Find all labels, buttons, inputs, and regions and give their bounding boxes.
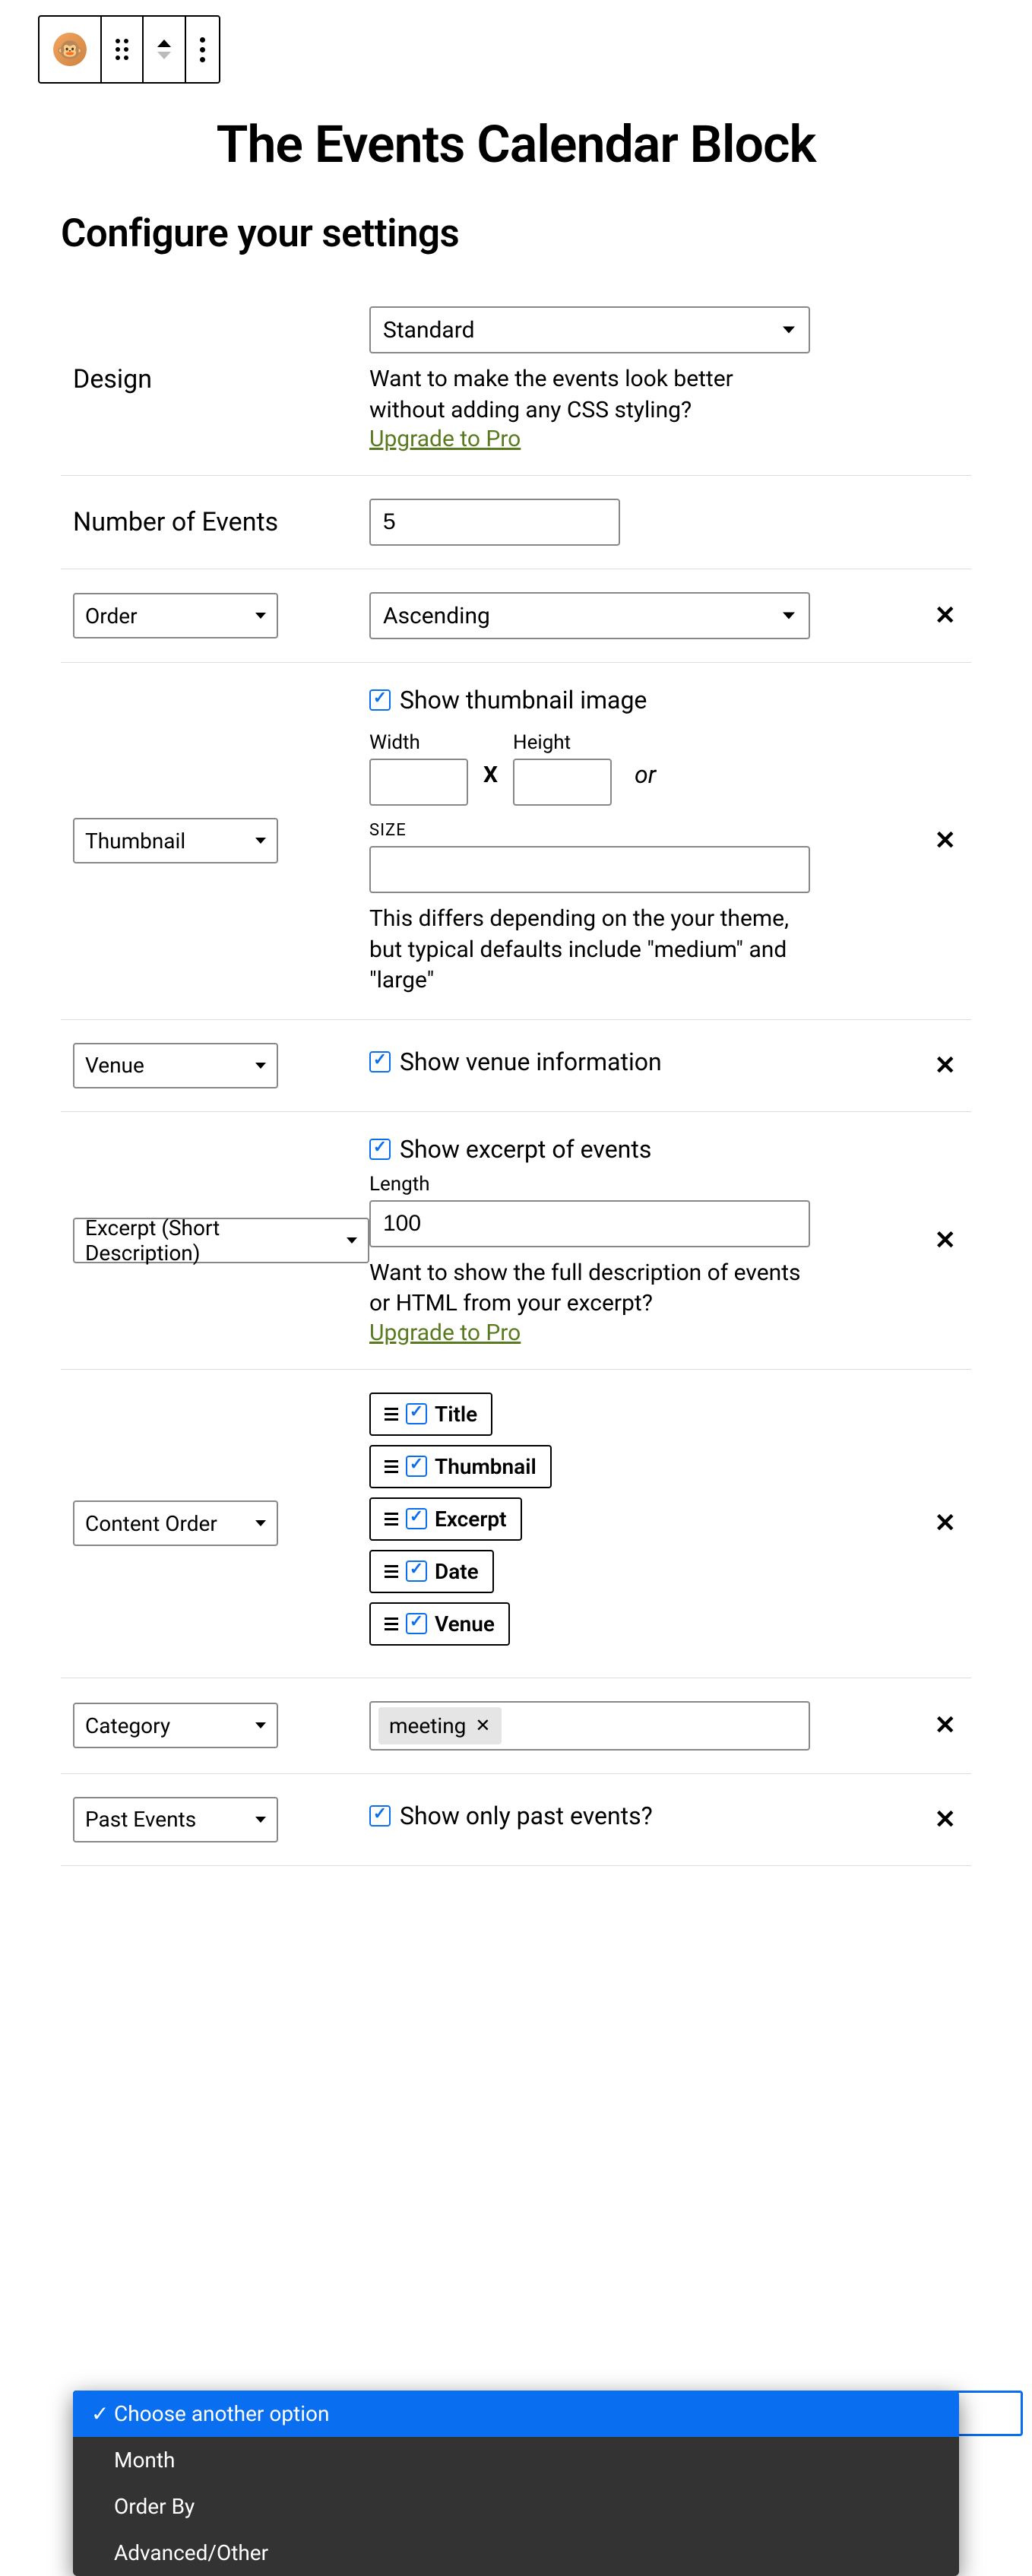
row-content-order: Content Order Title Thumbnail Excerpt: [61, 1370, 971, 1678]
chevron-up-icon[interactable]: [157, 40, 171, 47]
more-options-button[interactable]: [186, 17, 219, 82]
grip-icon: [385, 1565, 398, 1578]
design-select[interactable]: Standard: [369, 306, 810, 353]
thumbnail-helper: This differs depending on the your theme…: [369, 904, 810, 996]
row-num-events: Number of Events: [61, 476, 971, 569]
chevron-down-icon[interactable]: [157, 52, 171, 59]
row-venue: Venue Show venue information ✕: [61, 1020, 971, 1112]
row-thumbnail: Thumbnail Show thumbnail image Width X H…: [61, 663, 971, 1020]
grip-icon: [385, 1408, 398, 1421]
or-text: or: [635, 760, 656, 789]
design-label: Design: [73, 364, 152, 394]
dimension-x: X: [483, 762, 498, 788]
plugin-icon: 🐵: [53, 33, 87, 66]
size-input[interactable]: [369, 846, 810, 893]
block-toolbar: 🐵: [38, 15, 220, 84]
past-events-cb-label: Show only past events?: [400, 1801, 653, 1830]
category-input[interactable]: meeting ✕: [369, 1701, 810, 1751]
category-tag: meeting ✕: [378, 1707, 502, 1744]
dropdown-item-orderby[interactable]: Order By: [73, 2483, 959, 2530]
height-input[interactable]: [513, 759, 612, 806]
length-input[interactable]: [369, 1200, 810, 1247]
row-add-option: [61, 1866, 971, 1942]
excerpt-order-checkbox[interactable]: [406, 1508, 427, 1529]
grip-icon: [385, 1618, 398, 1630]
thumbnail-checkbox[interactable]: [369, 689, 391, 711]
dropdown-item-month[interactable]: Month: [73, 2437, 959, 2483]
thumbnail-cb-label: Show thumbnail image: [400, 686, 647, 714]
venue-checkbox[interactable]: [369, 1051, 391, 1073]
num-events-input[interactable]: [369, 499, 620, 546]
venue-order-checkbox[interactable]: [406, 1613, 427, 1634]
venue-label-select[interactable]: Venue: [73, 1043, 278, 1088]
remove-tag-icon[interactable]: ✕: [475, 1715, 490, 1736]
thumbnail-label-select[interactable]: Thumbnail: [73, 818, 278, 863]
row-excerpt: Excerpt (Short Description) Show excerpt…: [61, 1112, 971, 1370]
row-category: Category meeting ✕ ✕: [61, 1678, 971, 1774]
block-icon-cell[interactable]: 🐵: [40, 17, 102, 82]
size-label: SIZE: [369, 821, 810, 840]
past-events-checkbox[interactable]: [369, 1805, 391, 1827]
upgrade-link-excerpt[interactable]: Upgrade to Pro: [369, 1320, 521, 1346]
past-events-label-select[interactable]: Past Events: [73, 1797, 278, 1842]
dropdown-item-advanced[interactable]: Advanced/Other: [73, 2530, 959, 2576]
width-input[interactable]: [369, 759, 468, 806]
grip-icon: [385, 1513, 398, 1526]
excerpt-cb-label: Show excerpt of events: [400, 1135, 651, 1164]
remove-excerpt-button[interactable]: ✕: [935, 1225, 957, 1256]
excerpt-checkbox[interactable]: [369, 1139, 391, 1160]
page-title: The Events Calendar Block: [61, 114, 971, 175]
dropdown-item-choose[interactable]: ✓ Choose another option: [73, 2391, 959, 2437]
row-order: Order Ascending ✕: [61, 569, 971, 663]
remove-thumbnail-button[interactable]: ✕: [935, 825, 957, 856]
order-item-date[interactable]: Date: [369, 1550, 494, 1593]
remove-category-button[interactable]: ✕: [935, 1710, 957, 1741]
venue-cb-label: Show venue information: [400, 1047, 662, 1076]
remove-order-button[interactable]: ✕: [935, 600, 957, 631]
remove-past-events-button[interactable]: ✕: [935, 1804, 957, 1835]
order-item-title[interactable]: Title: [369, 1393, 492, 1436]
num-events-label: Number of Events: [73, 507, 278, 537]
move-controls[interactable]: [144, 17, 186, 82]
order-select[interactable]: Ascending: [369, 592, 810, 639]
height-label: Height: [513, 731, 612, 754]
drag-icon: [116, 39, 128, 60]
length-label: Length: [369, 1173, 810, 1196]
title-checkbox[interactable]: [406, 1403, 427, 1424]
order-label-select[interactable]: Order: [73, 593, 278, 638]
date-order-checkbox[interactable]: [406, 1560, 427, 1582]
drag-handle[interactable]: [102, 17, 144, 82]
order-item-thumbnail[interactable]: Thumbnail: [369, 1445, 552, 1488]
page-subtitle: Configure your settings: [61, 211, 971, 256]
check-icon: ✓: [91, 2401, 106, 2426]
upgrade-link-design[interactable]: Upgrade to Pro: [369, 426, 521, 452]
remove-content-order-button[interactable]: ✕: [935, 1508, 957, 1538]
width-label: Width: [369, 731, 468, 754]
thumbnail-order-checkbox[interactable]: [406, 1456, 427, 1477]
grip-icon: [385, 1460, 398, 1473]
excerpt-helper: Want to show the full description of eve…: [369, 1258, 810, 1320]
row-past-events: Past Events Show only past events? ✕: [61, 1774, 971, 1866]
order-item-venue[interactable]: Venue: [369, 1602, 510, 1646]
content-order-label-select[interactable]: Content Order: [73, 1500, 278, 1546]
remove-venue-button[interactable]: ✕: [935, 1050, 957, 1081]
add-option-dropdown: ✓ Choose another option Month Order By A…: [73, 2391, 959, 2576]
row-design: Design Standard Want to make the events …: [61, 284, 971, 476]
order-item-excerpt[interactable]: Excerpt: [369, 1497, 522, 1541]
excerpt-label-select[interactable]: Excerpt (Short Description): [73, 1218, 369, 1263]
design-helper: Want to make the events look better with…: [369, 364, 810, 426]
more-icon: [200, 37, 205, 62]
category-label-select[interactable]: Category: [73, 1703, 278, 1748]
